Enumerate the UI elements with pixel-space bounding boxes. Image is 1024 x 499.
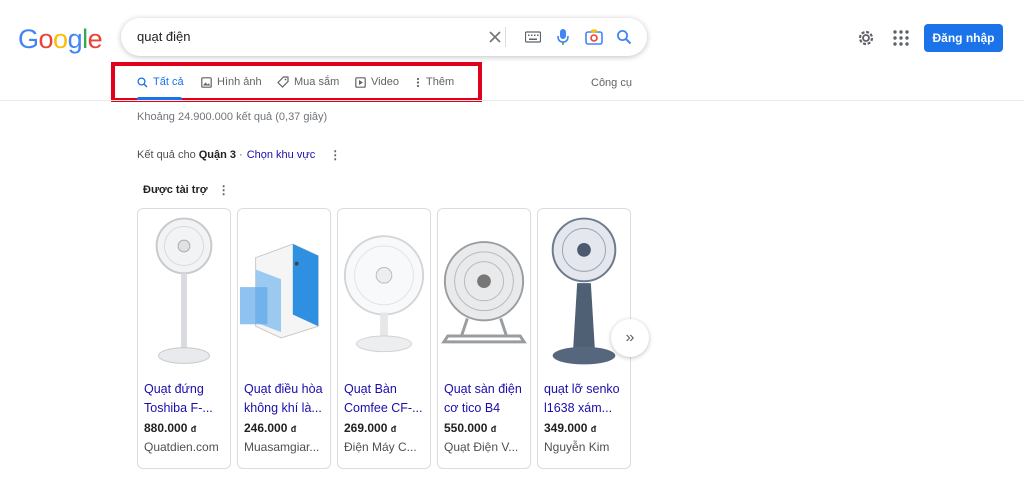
product-title-line: Quạt đứng <box>144 382 204 396</box>
standing-fan-image <box>155 217 213 364</box>
product-store: Quạt Điện V... <box>444 440 519 454</box>
location-line: Kết quả cho Quận 3 · Chọn khu vực ⋮ <box>137 148 341 162</box>
product-price: 246.000 đ <box>244 421 296 435</box>
settings-gear-icon[interactable] <box>855 27 877 49</box>
product-title-line: quạt lỡ senko <box>544 382 620 396</box>
tools-button[interactable]: Công cụ <box>591 77 632 89</box>
sponsored-heading: Được tài trợ ⋮ <box>143 183 230 197</box>
search-box[interactable]: quạt điện <box>121 18 647 56</box>
tab-label: Video <box>371 76 399 88</box>
product-card[interactable]: Quạt đứng Toshiba F-... 880.000 đ Quatdie… <box>137 208 231 469</box>
tab-more[interactable]: Thêm <box>415 76 454 88</box>
product-store: Nguyễn Kim <box>544 440 610 454</box>
product-title-line: Quạt Bàn <box>344 382 397 396</box>
google-logo[interactable]: Google <box>18 24 103 55</box>
choose-region-link[interactable]: Chọn khu vực <box>247 149 316 161</box>
product-title[interactable]: quạt lỡ senko l1638 xám... <box>544 380 628 418</box>
microphone-icon[interactable] <box>553 27 573 47</box>
product-store: Điện Máy C... <box>344 440 417 454</box>
tab-label: Hình ảnh <box>217 76 262 88</box>
product-title-line: cơ tico B4 <box>444 401 501 415</box>
tab-label: Mua sắm <box>294 76 340 88</box>
product-title-line: l1638 xám... <box>544 401 613 415</box>
logo-letter: g <box>67 24 83 54</box>
currency: đ <box>390 424 397 434</box>
search-icon <box>137 76 148 87</box>
product-title[interactable]: Quạt đứng Toshiba F-... <box>144 380 228 418</box>
search-input[interactable]: quạt điện <box>137 29 191 44</box>
price-value: 550.000 <box>444 421 488 435</box>
location-more-icon[interactable]: ⋮ <box>329 148 341 162</box>
search-divider <box>505 27 506 47</box>
product-title-line: Quạt điều hòa <box>244 382 323 396</box>
product-price: 349.000 đ <box>544 421 596 435</box>
desk-fan-image <box>343 235 425 353</box>
price-value: 269.000 <box>344 421 388 435</box>
product-store: Quatdien.com <box>144 440 219 454</box>
price-value: 349.000 <box>544 421 588 435</box>
keyboard-icon[interactable] <box>523 27 543 47</box>
tab-all[interactable]: Tất cả <box>137 76 184 88</box>
tab-shopping[interactable]: Mua sắm <box>277 76 339 88</box>
header-divider <box>0 100 1024 101</box>
location-separator: · <box>239 149 243 161</box>
logo-letter: o <box>53 24 68 54</box>
product-title-line: Toshiba F-... <box>144 401 213 415</box>
product-title[interactable]: Quạt điều hòa không khí là... <box>244 380 328 418</box>
air-cooler-image <box>239 243 319 339</box>
sponsored-label: Được tài trợ <box>143 184 208 196</box>
tab-label: Thêm <box>426 76 455 88</box>
product-title[interactable]: Quạt sàn điện cơ tico B4 <box>444 380 528 418</box>
camera-lens-icon[interactable] <box>584 27 604 47</box>
currency: đ <box>290 424 297 434</box>
image-icon <box>201 76 212 88</box>
price-value: 880.000 <box>144 421 188 435</box>
tab-video[interactable]: Video <box>355 76 399 88</box>
product-price: 269.000 đ <box>344 421 396 435</box>
product-title-line: không khí là... <box>244 401 322 415</box>
carousel-next-button[interactable]: » <box>611 319 649 357</box>
result-stats: Khoảng 24.900.000 kết quả (0,37 giây) <box>137 111 328 123</box>
logo-letter: o <box>38 24 54 54</box>
product-price: 550.000 đ <box>444 421 496 435</box>
location-place: Quận 3 <box>198 149 237 161</box>
logo-letter: G <box>18 24 39 54</box>
tag-icon <box>277 76 289 88</box>
search-icon[interactable] <box>614 27 634 47</box>
price-value: 246.000 <box>244 421 288 435</box>
product-card[interactable]: Quạt Bàn Comfee CF-... 269.000 đ Điện Máy… <box>337 208 431 469</box>
currency: đ <box>490 424 497 434</box>
product-card[interactable]: Quạt điều hòa không khí là... 246.000 đ M… <box>237 208 331 469</box>
product-title-line: Comfee CF-... <box>344 401 423 415</box>
play-icon <box>355 76 366 88</box>
product-title[interactable]: Quạt Bàn Comfee CF-... <box>344 380 428 418</box>
product-price: 880.000 đ <box>144 421 196 435</box>
apps-grid-icon[interactable] <box>892 29 910 47</box>
sign-in-button[interactable]: Đăng nhập <box>924 24 1003 52</box>
logo-letter: e <box>87 24 103 54</box>
product-store: Muasamgiar... <box>244 440 320 454</box>
currency: đ <box>190 424 197 434</box>
product-card[interactable]: Quạt sàn điện cơ tico B4 550.000 đ Quạt Đ… <box>437 208 531 469</box>
tab-label: Tất cả <box>153 76 184 88</box>
clear-icon[interactable] <box>485 27 505 47</box>
floor-fan-image <box>441 241 527 344</box>
more-vert-icon <box>416 77 420 87</box>
tab-images[interactable]: Hình ảnh <box>201 76 262 88</box>
sponsored-more-icon[interactable]: ⋮ <box>218 183 230 197</box>
currency: đ <box>590 424 597 434</box>
double-chevron-right-icon: » <box>625 329 635 346</box>
location-prefix: Kết quả cho <box>137 149 196 161</box>
product-title-line: Quạt sàn điện <box>444 382 522 396</box>
